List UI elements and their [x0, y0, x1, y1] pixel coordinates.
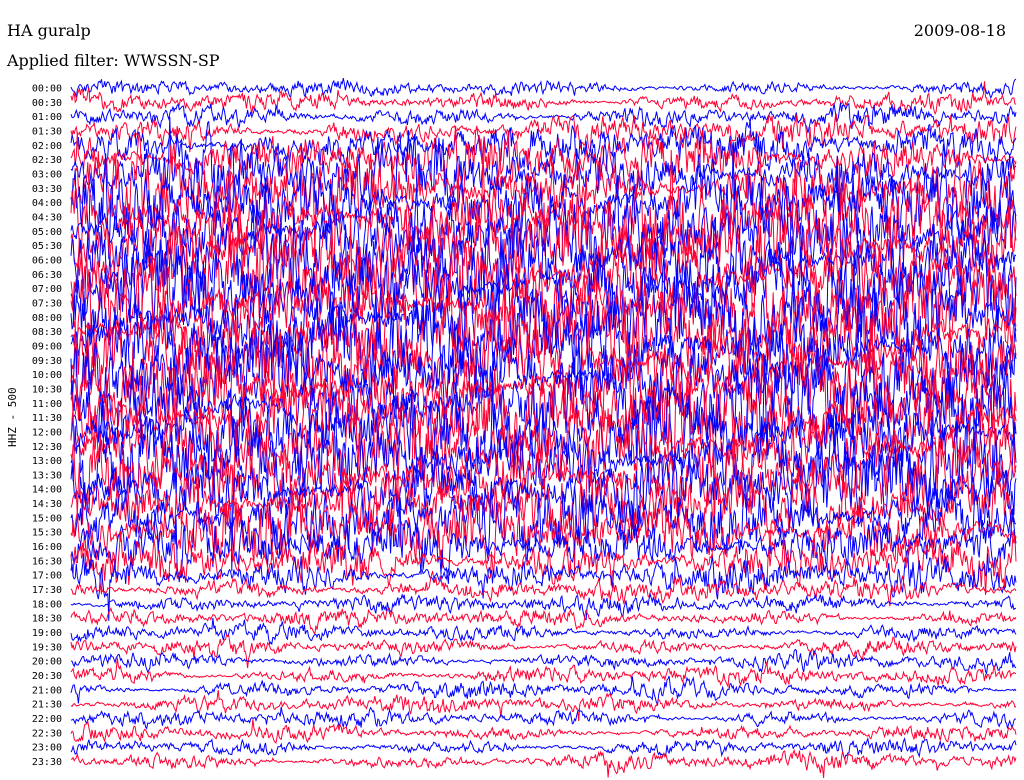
- row-time-label: 05:30: [32, 241, 62, 252]
- row-time-label: 15:30: [32, 528, 62, 539]
- row-time-label: 20:00: [32, 657, 62, 668]
- row-time-label: 12:00: [32, 427, 62, 438]
- row-time-label: 19:00: [32, 628, 62, 639]
- trace-row-2300: [70, 736, 1017, 761]
- row-time-label: 16:00: [32, 542, 62, 553]
- row-time-label: 20:30: [32, 671, 62, 682]
- row-time-label: 23:00: [32, 743, 62, 754]
- row-time-label: 02:30: [32, 155, 62, 166]
- row-time-label: 11:30: [32, 413, 62, 424]
- trace-row-1900: [70, 618, 1017, 646]
- row-time-label: 05:00: [32, 227, 62, 238]
- trace-row-2230: [70, 719, 1017, 744]
- row-time-label: 08:00: [32, 313, 62, 324]
- row-time-label: 03:30: [32, 184, 62, 195]
- row-time-label: 11:00: [32, 399, 62, 410]
- row-time-label: 18:00: [32, 599, 62, 610]
- trace-row-0000: [70, 78, 1017, 100]
- tick-labels: 00:00 00:30 01:00 01:30 02:00 02:30 03:00 03:30…: [32, 84, 62, 769]
- row-time-label: 12:30: [32, 442, 62, 453]
- row-time-label: 03:00: [32, 170, 62, 181]
- helicorder-plot: 00:00 00:30 01:00 01:30 02:00 02:30 03:00 03:30…: [32, 78, 1017, 779]
- row-time-label: 17:00: [32, 571, 62, 582]
- row-time-label: 01:30: [32, 127, 62, 138]
- row-time-label: 13:30: [32, 470, 62, 481]
- row-time-label: 07:00: [32, 284, 62, 295]
- row-time-label: 07:30: [32, 298, 62, 309]
- row-time-label: 02:00: [32, 141, 62, 152]
- row-time-label: 00:30: [32, 98, 62, 109]
- row-time-label: 16:30: [32, 556, 62, 567]
- row-time-label: 04:00: [32, 198, 62, 209]
- row-time-label: 00:00: [32, 84, 62, 95]
- filter-label: Applied filter: WWSSN-SP: [7, 51, 220, 70]
- trace-row-0230: [70, 125, 1017, 212]
- row-time-label: 18:30: [32, 614, 62, 625]
- row-time-label: 14:30: [32, 499, 62, 510]
- row-time-label: 13:00: [32, 456, 62, 467]
- row-time-label: 19:30: [32, 642, 62, 653]
- row-time-label: 01:00: [32, 112, 62, 123]
- trace-group: [70, 78, 1017, 779]
- channel-axis-label: HHZ - 500: [6, 387, 19, 447]
- row-time-label: 04:30: [32, 213, 62, 224]
- row-time-label: 10:30: [32, 384, 62, 395]
- row-time-label: 08:30: [32, 327, 62, 338]
- row-time-label: 06:00: [32, 256, 62, 267]
- row-time-label: 21:00: [32, 685, 62, 696]
- row-time-label: 06:30: [32, 270, 62, 281]
- row-time-label: 09:00: [32, 341, 62, 352]
- trace-row-2100: [70, 675, 1017, 707]
- trace-row-2330: [71, 749, 1017, 779]
- trace-row-2130: [70, 690, 1017, 722]
- row-time-label: 22:00: [32, 714, 62, 725]
- row-time-label: 10:00: [32, 370, 62, 381]
- row-time-label: 22:30: [32, 728, 62, 739]
- row-time-label: 21:30: [32, 700, 62, 711]
- helicorder-root: HA guralp 2009-08-18 00:00 00:30 01:00 01:3…: [0, 0, 1024, 780]
- row-time-label: 15:00: [32, 513, 62, 524]
- row-time-label: 17:30: [32, 585, 62, 596]
- row-time-label: 23:30: [32, 757, 62, 768]
- trace-row-2200: [70, 706, 1017, 730]
- row-time-label: 14:00: [32, 485, 62, 496]
- row-time-label: 09:30: [32, 356, 62, 367]
